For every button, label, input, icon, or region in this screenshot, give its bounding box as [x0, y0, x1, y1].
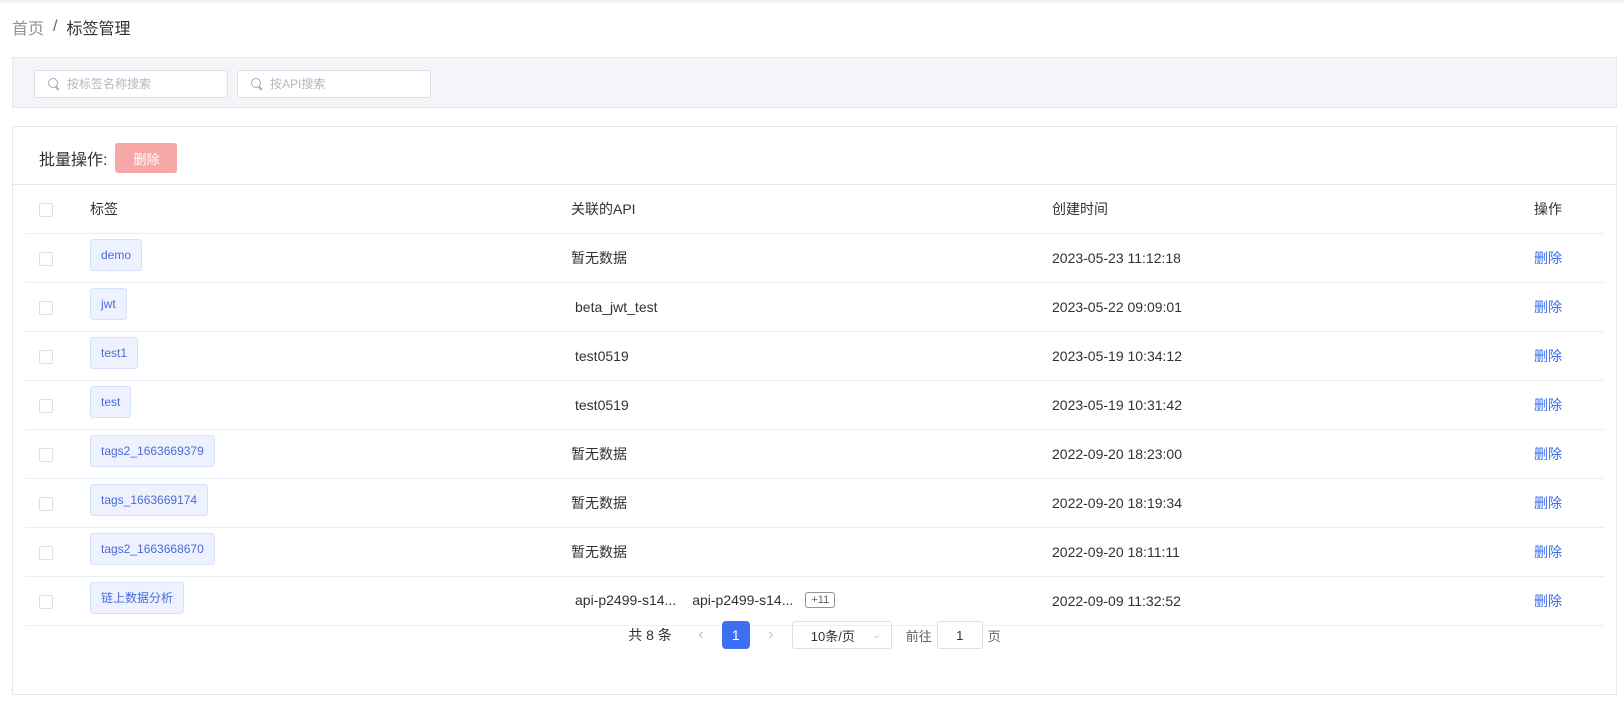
row-checkbox[interactable]	[39, 300, 53, 315]
page-size-value: 10条/页	[810, 628, 855, 644]
next-page-icon[interactable]: ›	[760, 621, 782, 649]
breadcrumb: 首页 / 标签管理	[12, 16, 130, 38]
row-delete-link[interactable]: 删除	[1534, 250, 1562, 266]
row-delete-link[interactable]: 删除	[1534, 495, 1562, 511]
select-all-checkbox[interactable]	[39, 202, 53, 217]
batch-actions: 批量操作: 删除	[39, 143, 178, 173]
created-time: 2023-05-19 10:31:42	[1052, 396, 1182, 413]
breadcrumb-home[interactable]: 首页	[12, 15, 44, 39]
page-unit-label: 页	[987, 628, 1001, 644]
search-icon	[250, 77, 264, 91]
header-select-all-cell	[25, 185, 90, 234]
tag-chip: tags2_1663669379	[90, 434, 215, 467]
table-row: tags_1663669174 暂无数据 2022-09-20 18:19:34…	[25, 478, 1605, 528]
pagination: 共 8 条 ‹ 1 › 10条/页 ⌄ 前往 页	[13, 621, 1616, 649]
row-delete-link[interactable]: 删除	[1534, 299, 1562, 315]
breadcrumb-separator: /	[53, 18, 58, 35]
created-time: 2022-09-20 18:23:00	[1052, 445, 1182, 462]
table-row: test1 test0519 2023-05-19 10:34:12 删除	[25, 331, 1605, 381]
table-header-row: 标签 关联的API 创建时间 操作	[25, 185, 1605, 234]
tag-chip: test	[90, 385, 132, 418]
table-row: tags2_1663669379 暂无数据 2022-09-20 18:23:0…	[25, 429, 1605, 479]
api-empty: 暂无数据	[571, 494, 627, 511]
search-icon	[47, 77, 61, 91]
api-search-box[interactable]	[237, 70, 431, 98]
tag-chip: demo	[90, 238, 143, 271]
header-tag: 标签	[90, 185, 571, 234]
api-search-input[interactable]	[270, 77, 430, 91]
row-checkbox[interactable]	[39, 594, 53, 609]
row-delete-link[interactable]: 删除	[1534, 348, 1562, 364]
tag-table: 标签 关联的API 创建时间 操作 demo 暂无数据 2023-05-23 1…	[25, 185, 1605, 626]
table-row: jwt beta_jwt_test 2023-05-22 09:09:01 删除	[25, 282, 1605, 332]
batch-delete-button[interactable]: 删除	[115, 143, 178, 173]
created-time: 2022-09-09 11:32:52	[1052, 592, 1181, 609]
row-delete-link[interactable]: 删除	[1534, 593, 1562, 609]
page-size-select[interactable]: 10条/页 ⌄	[791, 621, 892, 649]
table-row: demo 暂无数据 2023-05-23 11:12:18 删除	[25, 233, 1605, 283]
header-action: 操作	[1534, 185, 1605, 234]
page-number-button[interactable]: 1	[721, 621, 750, 649]
created-time: 2022-09-20 18:19:34	[1052, 494, 1182, 511]
row-checkbox[interactable]	[39, 251, 53, 266]
row-delete-link[interactable]: 删除	[1534, 544, 1562, 560]
table-panel: 批量操作: 删除 标签 关联的API 创建时间 操作 demo 暂无数据 202…	[12, 126, 1617, 695]
row-delete-link[interactable]: 删除	[1534, 446, 1562, 462]
api-empty: 暂无数据	[571, 445, 627, 462]
tag-search-input[interactable]	[67, 77, 227, 91]
row-checkbox[interactable]	[39, 349, 53, 364]
row-checkbox[interactable]	[39, 545, 53, 560]
created-time: 2023-05-23 11:12:18	[1052, 249, 1181, 266]
more-apis-badge[interactable]: +11	[805, 592, 836, 609]
goto-label: 前往	[905, 628, 932, 644]
api-name: api-p2499-s14...	[692, 591, 794, 608]
tag-search-box[interactable]	[34, 70, 228, 98]
tag-chip: tags_1663669174	[90, 483, 209, 516]
tag-chip: test1	[90, 336, 139, 369]
row-checkbox[interactable]	[39, 447, 53, 462]
chevron-down-icon: ⌄	[872, 629, 881, 641]
row-checkbox[interactable]	[39, 496, 53, 511]
search-panel	[12, 57, 1617, 108]
api-name: test0519	[575, 396, 629, 413]
header-created: 创建时间	[1052, 185, 1534, 234]
api-empty: 暂无数据	[571, 249, 627, 266]
row-delete-link[interactable]: 删除	[1534, 397, 1562, 413]
top-shadow	[0, 0, 1624, 4]
created-time: 2023-05-19 10:34:12	[1052, 347, 1182, 364]
header-api: 关联的API	[571, 185, 1052, 234]
row-checkbox[interactable]	[39, 398, 53, 413]
api-name: beta_jwt_test	[575, 298, 658, 315]
batch-label: 批量操作:	[39, 152, 108, 169]
breadcrumb-current: 标签管理	[66, 21, 131, 38]
api-name: api-p2499-s14...	[575, 591, 677, 608]
created-time: 2022-09-20 18:11:11	[1052, 543, 1180, 560]
tag-chip: 链上数据分析	[90, 581, 185, 614]
total-count: 共 8 条	[628, 627, 672, 643]
api-empty: 暂无数据	[571, 543, 627, 560]
prev-page-icon[interactable]: ‹	[690, 621, 712, 649]
tag-chip: tags2_1663668670	[90, 532, 215, 565]
table-row: 链上数据分析 api-p2499-s14... api-p2499-s14... +…	[25, 576, 1605, 626]
created-time: 2023-05-22 09:09:01	[1052, 298, 1182, 315]
goto-page-input[interactable]	[936, 621, 983, 649]
table-row: tags2_1663668670 暂无数据 2022-09-20 18:11:1…	[25, 527, 1605, 577]
api-name: test0519	[575, 347, 629, 364]
table-row: test test0519 2023-05-19 10:31:42 删除	[25, 380, 1605, 430]
tag-chip: jwt	[90, 287, 127, 320]
